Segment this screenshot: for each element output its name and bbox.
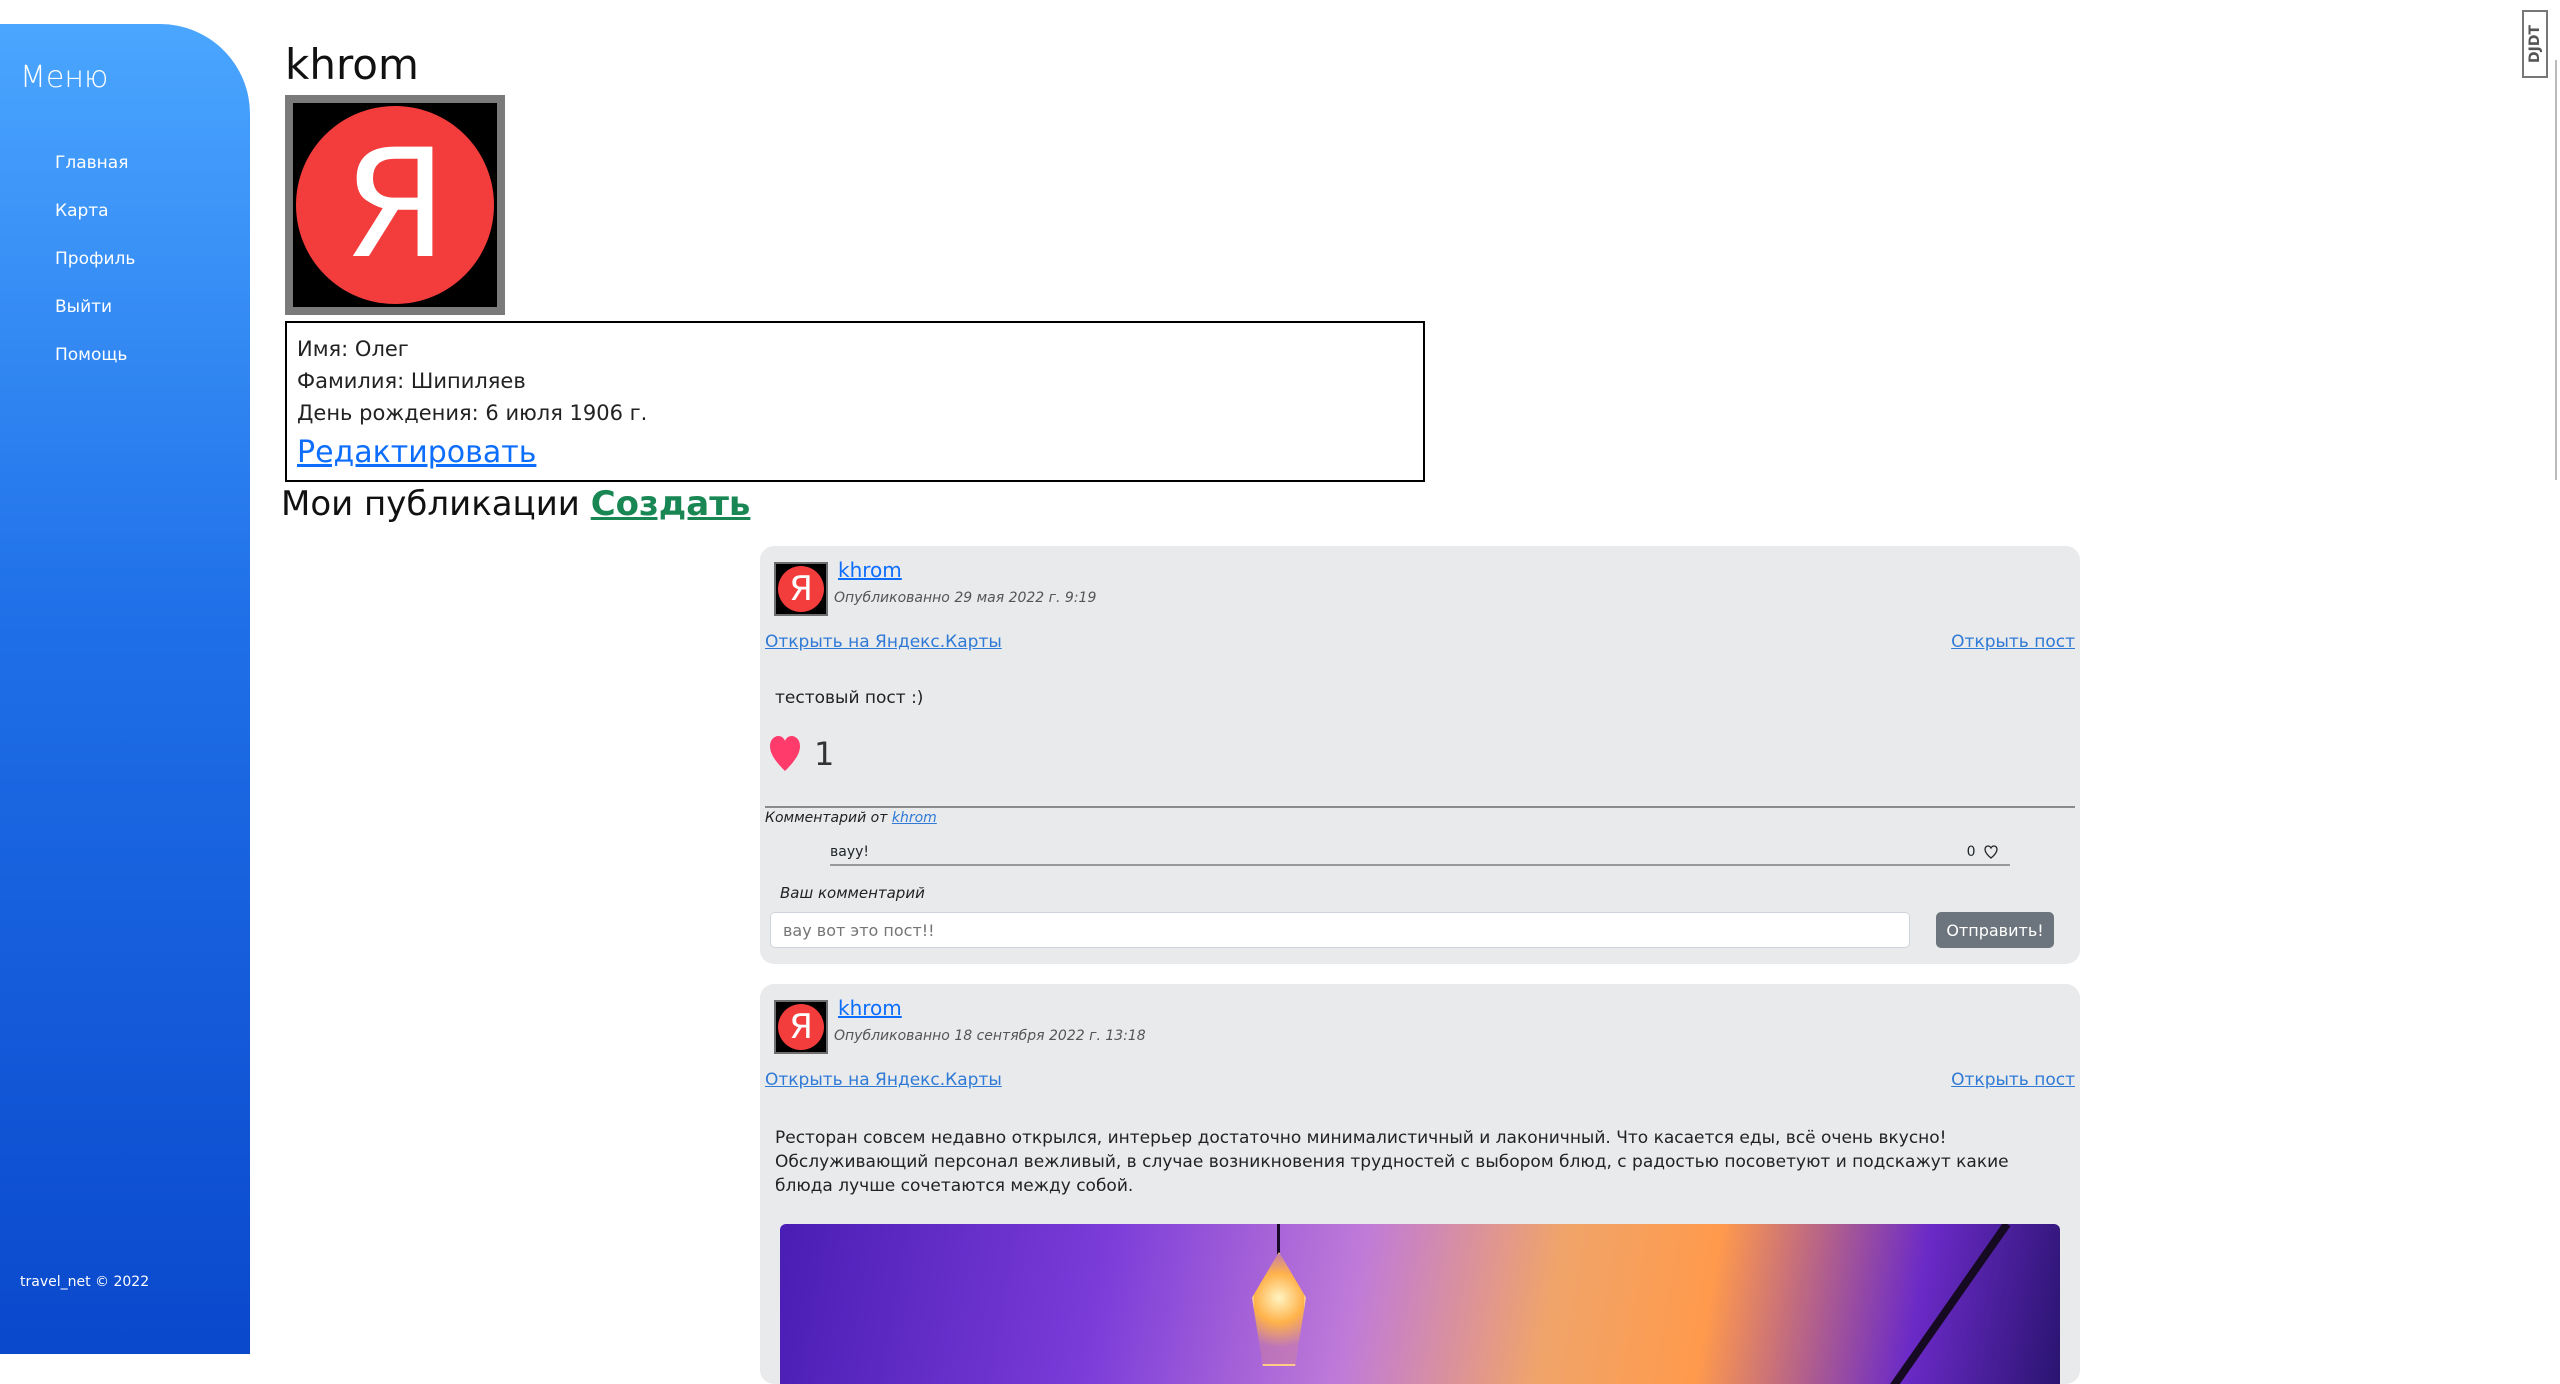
sidebar-item-label[interactable]: Карта: [55, 201, 109, 221]
first-name: Имя: Олег: [297, 337, 409, 361]
yandex-logo-icon: Я: [296, 106, 494, 304]
sidebar-item-label[interactable]: Профиль: [55, 249, 135, 269]
yandex-logo-icon: Я: [778, 566, 824, 612]
menu-title: Меню: [20, 60, 109, 95]
comment-input[interactable]: [770, 912, 1910, 948]
post-card: Я khrom Опубликованно 18 сентября 2022 г…: [760, 984, 2080, 1384]
post-text: тестовый пост :): [775, 688, 924, 708]
avatar: Я: [774, 1000, 828, 1054]
copyright: travel_net © 2022: [20, 1274, 150, 1290]
post-photo: [780, 1224, 2060, 1384]
lamp-wire: [1277, 1224, 1280, 1254]
your-comment-label: Ваш комментарий: [780, 884, 925, 902]
avatar: Я: [774, 562, 828, 616]
menu-list: Главная Карта Профиль Выйти Помощь: [55, 150, 135, 390]
like-row: 1: [770, 732, 834, 776]
create-post-link[interactable]: Создать: [591, 484, 751, 524]
last-name: Фамилия: Шипиляев: [297, 369, 526, 393]
post-author-link[interactable]: khrom: [838, 996, 902, 1020]
publications-title: Мои публикации: [281, 484, 580, 524]
comment-like-count: 0: [1966, 844, 1976, 860]
sidebar-item-home[interactable]: Главная: [55, 150, 135, 198]
profile-avatar: Я: [285, 95, 505, 315]
sidebar-item-help[interactable]: Помощь: [55, 342, 135, 390]
edit-profile-link[interactable]: Редактировать: [297, 435, 536, 470]
comment-likes: 0: [1967, 844, 1998, 860]
sidebar-item-label[interactable]: Главная: [55, 153, 128, 173]
sidebar-item-logout[interactable]: Выйти: [55, 294, 135, 342]
comment-text: вауу!: [830, 844, 870, 860]
heart-outline-icon[interactable]: [1984, 845, 1998, 859]
open-post-link[interactable]: Открыть пост: [1951, 1070, 2075, 1090]
sidebar-item-label[interactable]: Выйти: [55, 297, 112, 317]
heart-icon[interactable]: [770, 736, 800, 772]
comment-row: вауу! 0: [830, 844, 2010, 866]
comment-header: Комментарий от khrom: [765, 810, 937, 826]
comment-header-label: Комментарий от: [765, 810, 888, 826]
lamp-icon: [1252, 1252, 1306, 1366]
profile-info-box: Имя: Олег Фамилия: Шипиляев День рождени…: [285, 321, 1425, 482]
birthday: День рождения: 6 июля 1906 г.: [297, 401, 648, 425]
open-yandex-maps-link[interactable]: Открыть на Яндекс.Карты: [765, 632, 1002, 652]
post-author-link[interactable]: khrom: [838, 558, 902, 582]
like-count: 1: [814, 735, 835, 773]
open-yandex-maps-link[interactable]: Открыть на Яндекс.Карты: [765, 1070, 1002, 1090]
sidebar-item-label[interactable]: Помощь: [55, 345, 127, 365]
comment-author-link[interactable]: khrom: [892, 810, 937, 826]
send-comment-button[interactable]: Отправить!: [1936, 912, 2054, 948]
sidebar-item-profile[interactable]: Профиль: [55, 246, 135, 294]
sidebar: Меню Главная Карта Профиль Выйти Помощь …: [0, 24, 250, 1354]
post-date: Опубликованно 18 сентября 2022 г. 13:18: [834, 1028, 1146, 1044]
debug-toolbar-toggle[interactable]: DJDT: [2522, 10, 2548, 78]
page-title: khrom: [285, 40, 419, 89]
divider: [765, 806, 2075, 808]
open-post-link[interactable]: Открыть пост: [1951, 632, 2075, 652]
post-date: Опубликованно 29 мая 2022 г. 9:19: [834, 590, 1097, 606]
ceiling-beam: [1877, 1224, 2011, 1384]
post-text: Ресторан совсем недавно открылся, интерь…: [775, 1128, 2009, 1196]
scrollbar-thumb[interactable]: [2555, 60, 2557, 480]
debug-toolbar-label: DJDT: [2527, 24, 2543, 63]
publications-heading: Мои публикации Создать: [281, 484, 750, 524]
sidebar-item-map[interactable]: Карта: [55, 198, 135, 246]
post-card: Я khrom Опубликованно 29 мая 2022 г. 9:1…: [760, 546, 2080, 964]
yandex-logo-icon: Я: [778, 1004, 824, 1050]
